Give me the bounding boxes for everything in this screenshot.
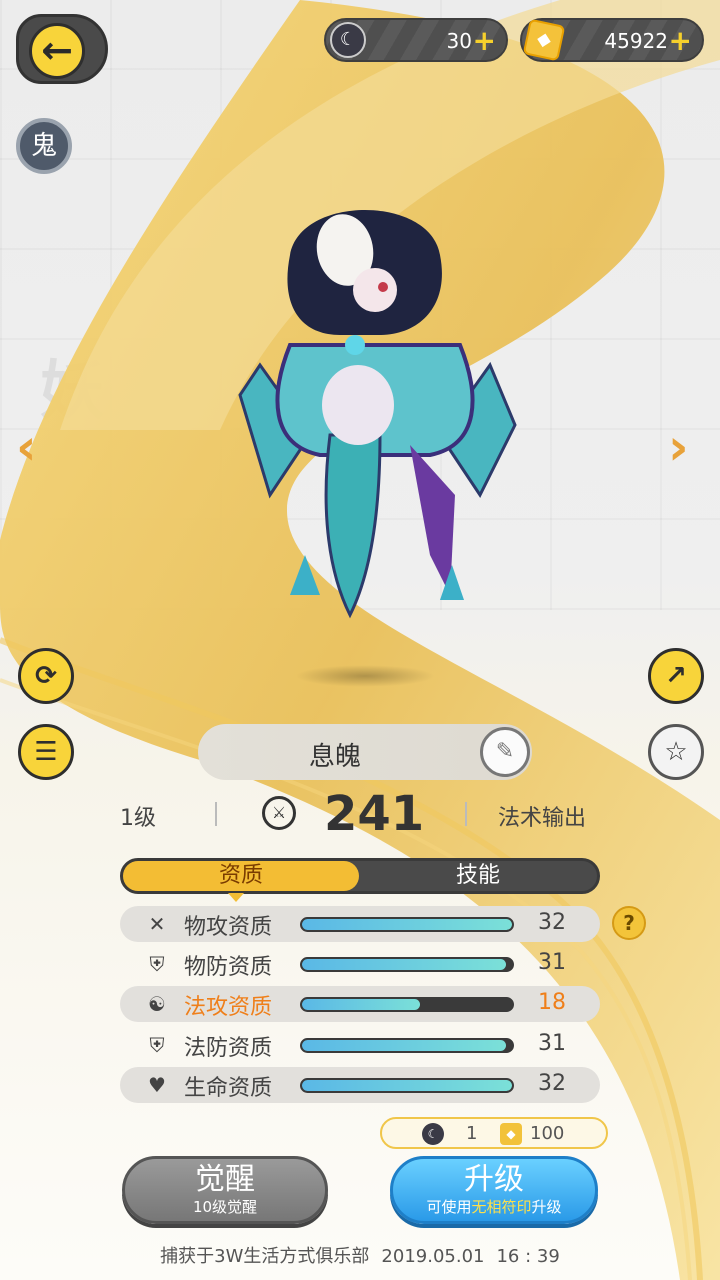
upgrade-title: 升级 xyxy=(464,1162,524,1197)
list-button[interactable]: ☰ xyxy=(18,724,74,780)
combat-power: 241 xyxy=(324,786,425,842)
list-icon: ☰ xyxy=(34,737,58,767)
spirit-value: 30 xyxy=(446,29,472,53)
spirit-cost: 1 xyxy=(466,1123,478,1144)
attribute-row-health: ♥ 生命资质 32 xyxy=(120,1067,600,1103)
attribute-bar xyxy=(300,917,514,932)
refresh-button[interactable]: ⟳ xyxy=(18,648,74,704)
attribute-bar xyxy=(300,957,514,972)
spirit-currency: ☾ 30 + xyxy=(324,18,508,62)
back-arrow-icon: ← xyxy=(29,23,85,79)
awaken-button[interactable]: 觉醒 10级觉醒 xyxy=(122,1156,328,1224)
gold-crystal-icon: ◆ xyxy=(500,1123,522,1145)
attribute-bar xyxy=(300,997,514,1012)
attribute-label: 生命资质 xyxy=(184,1076,273,1101)
tab-skills[interactable]: 技能 xyxy=(359,861,597,891)
character-model xyxy=(238,210,517,619)
character-shadow xyxy=(295,665,435,687)
attribute-value: 18 xyxy=(538,990,566,1015)
gold-currency: ◆ 45922 + xyxy=(520,18,704,62)
capture-location: 捕获于3W生活方式俱乐部 xyxy=(160,1246,370,1267)
refresh-icon: ⟳ xyxy=(35,661,57,691)
upgrade-sub-post: 升级 xyxy=(531,1198,562,1216)
add-gold-button[interactable]: + xyxy=(669,24,692,57)
upgrade-sub-highlight: 无相符印 xyxy=(471,1198,532,1216)
stats-line: 1级 ⚔ 241 法术输出 xyxy=(0,786,720,842)
attribute-label: 法防资质 xyxy=(184,1036,273,1061)
next-character-arrow-icon[interactable]: › xyxy=(668,418,689,476)
share-button[interactable]: ↗ xyxy=(648,648,704,704)
character-level: 1级 xyxy=(120,806,156,831)
awaken-title: 觉醒 xyxy=(195,1162,255,1197)
share-icon: ↗ xyxy=(665,661,687,691)
capture-date: 2019.05.01 xyxy=(381,1246,485,1267)
attribute-row-magic-attack: ☯ 法攻资质 18 xyxy=(120,986,600,1022)
attribute-value: 31 xyxy=(538,1031,566,1056)
favorite-button[interactable]: ☆ xyxy=(648,724,704,780)
attribute-label: 物防资质 xyxy=(184,955,273,980)
rename-button[interactable]: ✎ xyxy=(480,727,530,777)
attribute-row-magic-defense: ⛨ 法防资质 31 xyxy=(120,1027,600,1063)
attribute-row-physical-defense: ⛨ 物防资质 31 xyxy=(120,946,600,982)
upgrade-subtitle: 可使用无相符印升级 xyxy=(393,1197,595,1217)
gold-cost: 100 xyxy=(530,1123,565,1144)
star-icon: ☆ xyxy=(664,737,688,767)
attribute-bar xyxy=(300,1078,514,1093)
name-bar: 息魄 ✎ xyxy=(198,724,532,780)
attribute-bar-fill xyxy=(302,1080,512,1091)
magic-swirl-icon: ☯ xyxy=(148,992,166,1016)
upgrade-button[interactable]: 升级 可使用无相符印升级 xyxy=(390,1156,598,1224)
attribute-bar-fill xyxy=(302,1040,506,1051)
tab-aptitude[interactable]: 资质 xyxy=(123,861,359,891)
gold-crystal-icon: ◆ xyxy=(522,18,566,62)
attribute-row-physical-attack: ✕ 物攻资质 32 xyxy=(120,906,600,942)
attribute-value: 31 xyxy=(538,950,566,975)
power-icon: ⚔ xyxy=(262,796,296,830)
attribute-bar xyxy=(300,1038,514,1053)
question-icon: ? xyxy=(623,911,635,935)
upgrade-sub-pre: 可使用 xyxy=(426,1198,472,1216)
attribute-bar-fill xyxy=(302,959,506,970)
character-name: 息魄 xyxy=(308,742,361,772)
character-role: 法术输出 xyxy=(498,806,587,831)
shield-icon: ⛨ xyxy=(149,952,165,976)
attribute-bar-fill xyxy=(302,999,420,1010)
ghost-type-badge: 鬼 xyxy=(16,118,72,174)
capture-time: 16 : 39 xyxy=(496,1246,560,1267)
tab-indicator xyxy=(228,893,244,902)
spirit-mask-icon: ☾ xyxy=(422,1123,444,1145)
divider xyxy=(465,802,467,826)
magic-shield-icon: ⛨ xyxy=(149,1033,165,1057)
help-button[interactable]: ? xyxy=(612,906,646,940)
capture-info: 捕获于3W生活方式俱乐部 2019.05.01 16 : 39 xyxy=(0,1242,720,1268)
crossed-swords-icon: ✕ xyxy=(148,912,166,936)
tab-bar: 资质 技能 xyxy=(120,858,600,894)
pencil-icon: ✎ xyxy=(495,739,515,764)
attribute-bar-fill xyxy=(302,919,512,930)
gold-value: 45922 xyxy=(604,29,668,53)
attribute-value: 32 xyxy=(538,910,566,935)
divider xyxy=(215,802,217,826)
add-spirit-button[interactable]: + xyxy=(473,24,496,57)
spirit-mask-icon: ☾ xyxy=(330,22,366,58)
attribute-label: 物攻资质 xyxy=(184,915,273,940)
attribute-value: 32 xyxy=(538,1071,566,1096)
prev-character-arrow-icon[interactable]: ‹ xyxy=(16,418,37,476)
awaken-subtitle: 10级觉醒 xyxy=(192,1198,258,1216)
upgrade-cost: ☾ 1 ◆ 100 xyxy=(380,1117,608,1149)
heart-icon: ♥ xyxy=(148,1073,166,1097)
back-button[interactable]: ← xyxy=(16,14,108,84)
attribute-label: 法攻资质 xyxy=(184,995,273,1020)
